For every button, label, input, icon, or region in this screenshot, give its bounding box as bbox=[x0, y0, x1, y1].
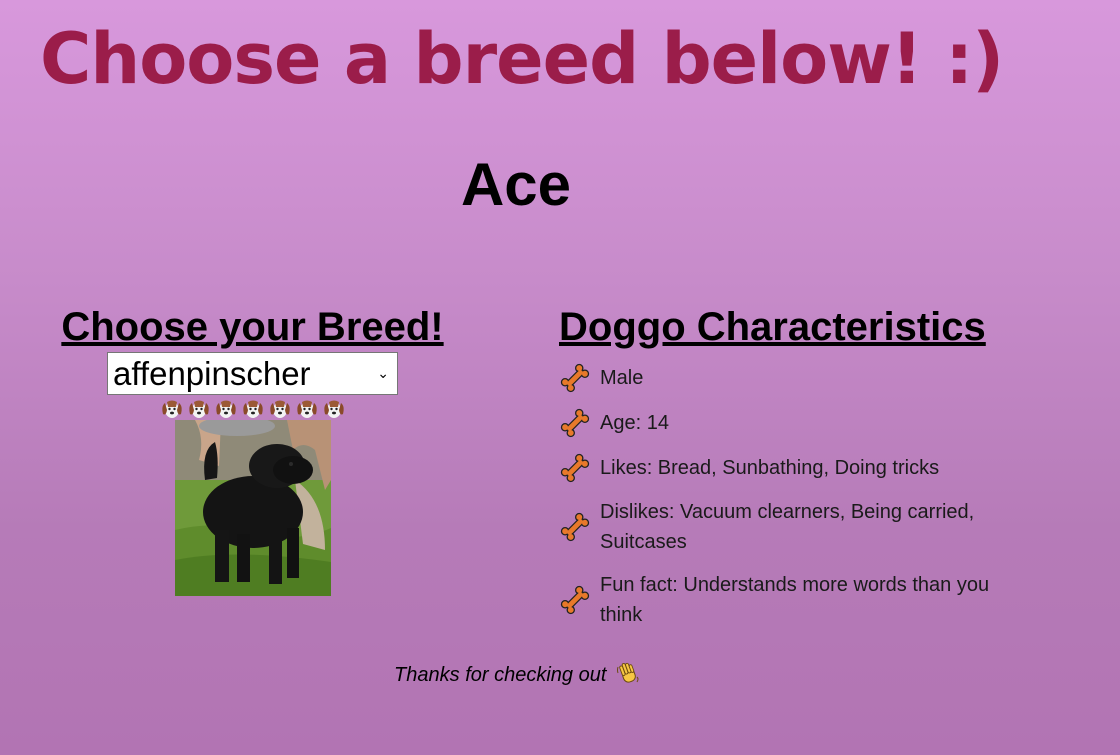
dog-photo bbox=[174, 420, 331, 596]
dog-face-icon bbox=[242, 400, 263, 418]
bone-icon bbox=[560, 585, 590, 615]
dog-face-icon bbox=[215, 400, 236, 418]
bone-icon bbox=[560, 512, 590, 542]
characteristic-text: Dislikes: Vacuum clearners, Being carrie… bbox=[600, 501, 975, 553]
dog-face-icon bbox=[269, 400, 290, 418]
list-item: Age: 14 bbox=[559, 407, 1079, 439]
dog-face-icon bbox=[161, 400, 182, 418]
bone-icon bbox=[560, 363, 590, 393]
list-item: Likes: Bread, Sunbathing, Doing tricks bbox=[559, 452, 1079, 484]
page-title: Choose a breed below! :) bbox=[40, 18, 1004, 100]
dog-name: Ace bbox=[460, 151, 572, 218]
bone-icon bbox=[560, 453, 590, 483]
characteristics-heading: Doggo Characteristics bbox=[559, 305, 986, 349]
breed-select-value: affenpinscher bbox=[113, 355, 311, 392]
dog-emoji-row bbox=[0, 398, 505, 420]
footer: Thanks for checking out bbox=[0, 660, 1034, 690]
dog-face-icon bbox=[296, 400, 317, 418]
list-item: Male bbox=[559, 362, 1079, 394]
characteristic-text: Fun fact: Understands more words than yo… bbox=[600, 574, 990, 626]
list-item: Dislikes: Vacuum clearners, Being carrie… bbox=[559, 497, 1079, 557]
characteristic-text: Likes: Bread, Sunbathing, Doing tricks bbox=[600, 457, 940, 479]
breed-panel: Choose your Breed! affenpinscher ⌄ bbox=[0, 302, 505, 596]
characteristics-panel: Doggo Characteristics Male Age: 14 Likes… bbox=[559, 302, 1079, 643]
waving-hand-icon bbox=[616, 662, 639, 683]
dog-face-icon bbox=[188, 400, 209, 418]
characteristic-text: Age: 14 bbox=[600, 412, 669, 434]
breed-panel-heading: Choose your Breed! bbox=[61, 305, 444, 349]
chevron-down-icon: ⌄ bbox=[377, 365, 389, 381]
bone-icon bbox=[560, 408, 590, 438]
footer-text: Thanks for checking out bbox=[394, 664, 607, 686]
characteristics-list: Male Age: 14 Likes: Bread, Sunbathing, D… bbox=[559, 362, 1079, 630]
list-item: Fun fact: Understands more words than yo… bbox=[559, 570, 1079, 630]
dog-face-icon bbox=[323, 400, 344, 418]
breed-select[interactable]: affenpinscher ⌄ bbox=[107, 352, 398, 395]
characteristic-text: Male bbox=[600, 367, 644, 389]
